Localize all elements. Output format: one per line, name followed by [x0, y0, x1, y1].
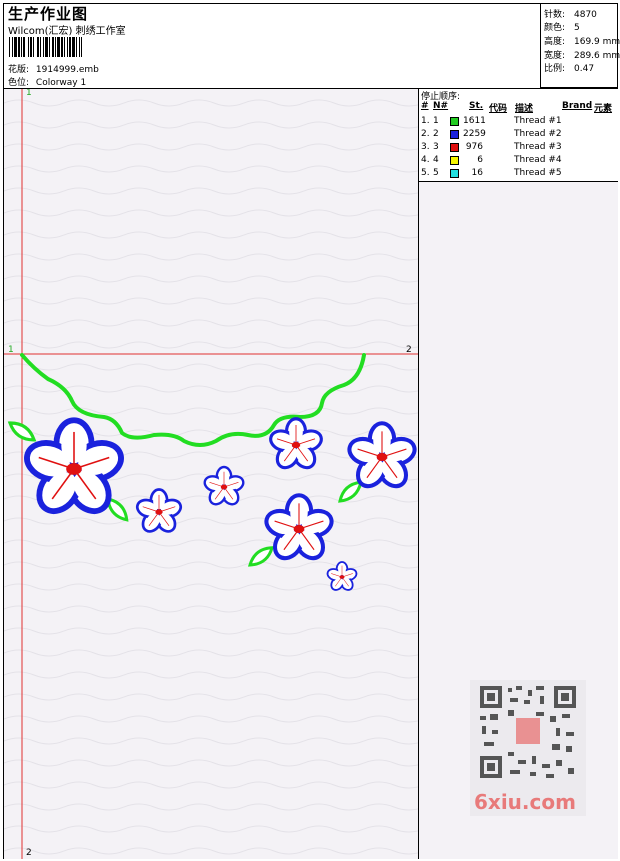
company-name: Wilcom(汇宏) 刺绣工作室	[8, 26, 126, 37]
stat-scale: 比例: 0.47	[544, 64, 595, 74]
colorway-value: Colorway 1	[35, 78, 87, 88]
stats-box: 针数: 4870 颜色: 5 高度: 169.9 mm 宽度: 289.6 mm 比例:…	[540, 3, 620, 88]
col-header-element: 元素	[594, 104, 613, 114]
guide-label-v-bottom: 2	[26, 848, 32, 858]
color-swatch	[450, 156, 459, 165]
color-swatch	[450, 117, 459, 126]
design-file-label: 花版:	[8, 65, 30, 75]
page-title: 生产作业图	[8, 5, 89, 23]
col-header-code: 代码	[489, 104, 508, 114]
table-row: 5. 5 16 Thread #5	[421, 168, 562, 178]
embroidery-design	[4, 89, 418, 859]
stat-stitch-count: 针数: 4870	[544, 10, 597, 20]
colorway-label: 色位:	[8, 78, 30, 88]
design-file-line: 花版: 1914999.emb	[8, 62, 99, 75]
stat-color-count: 颜色: 5	[544, 23, 580, 33]
design-canvas: 1 2 1 2	[4, 89, 419, 859]
design-file-value: 1914999.emb	[35, 65, 99, 75]
col-header-needle: N#	[433, 101, 449, 111]
colorway-line: 色位: Colorway 1	[8, 75, 86, 88]
col-header-description: 描述	[515, 104, 534, 114]
barcode	[9, 37, 82, 57]
stat-height: 高度: 169.9 mm	[544, 37, 620, 47]
guide-label-h-right: 2	[406, 345, 412, 355]
color-swatch	[450, 130, 459, 139]
col-header-index: #	[421, 101, 429, 111]
guide-label-v-top: 1	[26, 89, 32, 98]
stop-sequence-table: 停止顺序: # N# St. 代码 描述 Brand 元素 1. 1 1611 …	[419, 89, 618, 182]
col-header-brand: Brand	[562, 101, 593, 111]
qr-code-icon	[480, 686, 576, 778]
col-header-stitches: St.	[469, 101, 484, 111]
table-row: 3. 3 976 Thread #3	[421, 142, 562, 152]
watermark-text: 6xiu.com	[474, 790, 576, 814]
color-swatch	[450, 143, 459, 152]
table-row: 4. 4 6 Thread #4	[421, 155, 562, 165]
color-swatch	[450, 169, 459, 178]
table-row: 1. 1 1611 Thread #1	[421, 116, 562, 126]
table-row: 2. 2 2259 Thread #2	[421, 129, 562, 139]
stat-width: 宽度: 289.6 mm	[544, 51, 620, 61]
guide-label-h-left: 1	[8, 345, 14, 355]
